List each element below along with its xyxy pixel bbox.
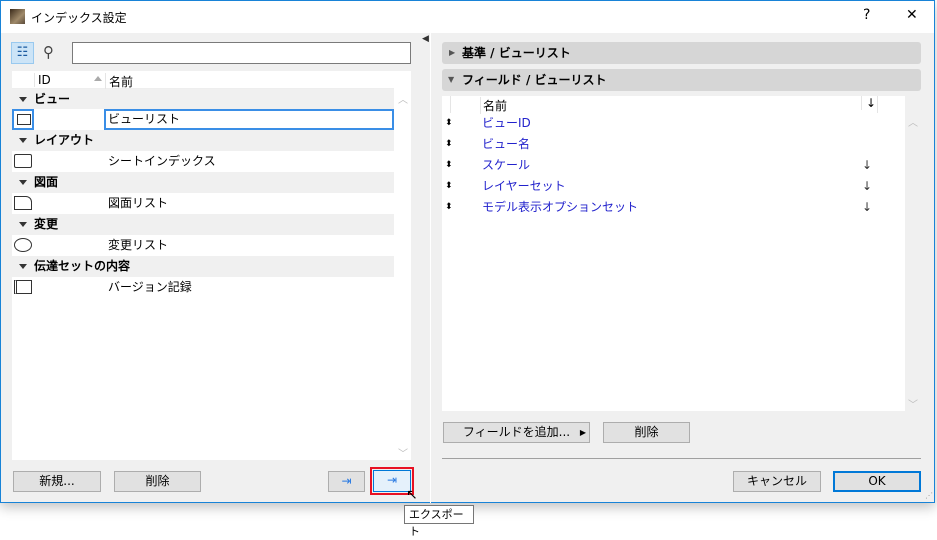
sort-column-icon[interactable]: ↓ (861, 96, 876, 110)
ok-button[interactable]: OK (833, 471, 921, 492)
group-transmittal[interactable]: 伝達セットの内容 (12, 256, 394, 277)
change-cloud-icon (14, 238, 32, 252)
tree-view-toggle-icon[interactable]: ☷ (11, 42, 34, 64)
sort-arrow-icon[interactable]: ↓ (862, 176, 872, 197)
list-item-sheet-index[interactable]: シートインデックス (12, 151, 394, 172)
title-bar: インデックス設定 ? ✕ (1, 1, 934, 33)
group-label: 伝達セットの内容 (34, 259, 131, 273)
list-item-view-list[interactable]: ビューリスト (12, 109, 394, 130)
drag-handle-icon[interactable]: ⬍ (445, 134, 453, 155)
resize-grip-icon[interactable]: ⋰ (925, 491, 933, 500)
group-change[interactable]: 変更 (12, 214, 394, 235)
tooltip: エクスポート (404, 505, 474, 538)
group-label: レイアウト (34, 133, 95, 147)
group-layout[interactable]: レイアウト (12, 130, 394, 151)
sort-arrow-icon[interactable]: ↓ (862, 155, 872, 176)
fields-scroll-up-icon[interactable]: ︿ (908, 114, 918, 129)
import-button[interactable]: ⇥ (328, 471, 365, 492)
field-row[interactable]: ⬍ ビューID (442, 113, 905, 134)
column-name[interactable]: 名前 (105, 73, 133, 90)
close-button[interactable]: ✕ (906, 7, 918, 23)
import-icon: ⇥ (341, 474, 352, 488)
sort-ascending-icon (94, 76, 102, 81)
field-row[interactable]: ⬍ ビュー名 (442, 134, 905, 155)
collapse-panel-icon[interactable]: ◀ (422, 34, 429, 44)
list-item-revision-history[interactable]: バージョン記録 (12, 277, 394, 298)
window-title: インデックス設定 (31, 11, 127, 25)
drag-handle-icon[interactable]: ⬍ (445, 113, 453, 134)
submenu-arrow-icon: ▶ (579, 428, 586, 437)
group-label: ビュー (34, 92, 71, 106)
app-logo-icon (10, 9, 25, 24)
search-input[interactable] (72, 42, 411, 64)
criteria-panel-header[interactable]: ▶ 基準 / ビューリスト (442, 42, 921, 64)
scroll-down-icon[interactable]: ﹀ (398, 445, 408, 460)
group-label: 変更 (34, 217, 59, 231)
fields-column-name[interactable]: 名前 (480, 97, 507, 114)
group-view[interactable]: ビュー (12, 89, 394, 110)
sort-arrow-icon[interactable]: ↓ (862, 197, 872, 218)
mouse-cursor-icon: ↖ (406, 487, 418, 503)
list-item-drawing-list[interactable]: 図面リスト (12, 193, 394, 214)
group-drawing[interactable]: 図面 (12, 172, 394, 193)
field-row[interactable]: ⬍ レイヤーセット ↓ (442, 176, 905, 197)
list-item-change-list[interactable]: 変更リスト (12, 235, 394, 256)
field-row[interactable]: ⬍ スケール ↓ (442, 155, 905, 176)
new-button[interactable]: 新規... (13, 471, 101, 492)
drag-handle-icon[interactable]: ⬍ (445, 197, 453, 218)
search-icon[interactable]: ⚲ (43, 43, 54, 61)
list-header: ID 名前 (12, 71, 394, 90)
drag-handle-icon[interactable]: ⬍ (445, 155, 453, 176)
view-list-icon (12, 109, 34, 130)
scroll-up-icon[interactable]: ︿ (398, 91, 408, 106)
fields-panel-header[interactable]: ▼ フィールド / ビューリスト (442, 69, 921, 91)
delete-index-button[interactable]: 削除 (114, 471, 201, 492)
drawing-icon (14, 196, 32, 210)
drag-handle-icon[interactable]: ⬍ (445, 176, 453, 197)
delete-field-button[interactable]: 削除 (603, 422, 690, 443)
index-settings-dialog: インデックス設定 ? ✕ ☷ ⚲ ID 名前 ビュー ビューリスト レイアウト … (0, 0, 935, 503)
help-button[interactable]: ? (863, 7, 870, 23)
revision-book-icon (14, 280, 32, 294)
export-icon: ⇥ (386, 473, 398, 487)
divider (442, 458, 921, 459)
cancel-button[interactable]: キャンセル (733, 471, 821, 492)
add-field-button[interactable]: フィールドを追加... ▶ (443, 422, 590, 443)
fields-table-header: 名前 ↓ (442, 96, 905, 114)
fields-scroll-down-icon[interactable]: ﹀ (908, 396, 918, 411)
sheet-index-icon (14, 154, 32, 168)
field-row[interactable]: ⬍ モデル表示オプションセット ↓ (442, 197, 905, 218)
group-label: 図面 (34, 175, 59, 189)
splitter[interactable] (430, 33, 431, 503)
